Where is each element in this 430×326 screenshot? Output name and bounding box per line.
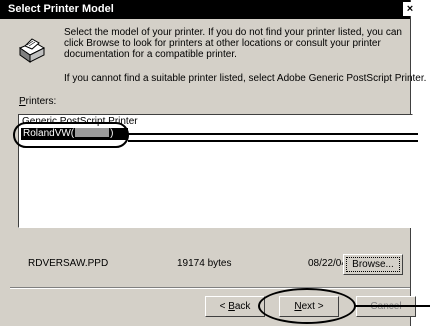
separator [10,287,410,289]
back-button-rest: ack [234,301,251,312]
callout-line-printer [128,133,418,135]
back-button-prefix: < [219,301,229,312]
printer-icon [18,38,46,63]
file-date: 08/22/04 [308,258,347,269]
back-button[interactable]: < Back [205,296,265,317]
callout-oval-printer [13,122,129,148]
printers-label-accel: P [19,96,26,107]
file-size: 19174 bytes [177,258,232,269]
printers-label: Printers: [19,96,56,107]
intro-text-generic: If you cannot find a suitable printer li… [64,73,427,84]
browse-button[interactable]: Browse... [343,254,403,275]
callout-line-printer-lower [128,140,418,142]
printers-label-rest: rinters: [25,96,57,107]
window-title: Select Printer Model [8,3,114,15]
title-bar: Select Printer Model [0,0,410,19]
back-button-accel: B [228,301,235,312]
callout-oval-next [258,288,356,324]
close-icon[interactable]: × [403,2,417,16]
intro-text: Select the model of your printer. If you… [64,27,402,60]
file-name: RDVERSAW.PPD [28,258,109,269]
callout-line-next [354,305,430,307]
select-printer-model-dialog: Select Printer Model Select the model of… [0,0,427,326]
